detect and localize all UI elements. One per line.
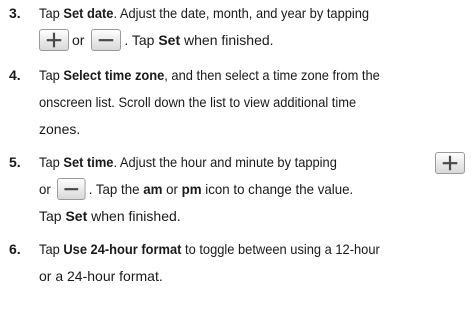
instruction-steps: 3. Tap Set date. Adjust the date, month,… [0, 0, 472, 314]
plus-icon [46, 33, 62, 48]
text: Tap [39, 5, 64, 21]
text: when finished. [180, 32, 274, 48]
text: or [162, 181, 182, 197]
step-number: 6. [9, 241, 21, 257]
step-number: 3. [9, 5, 21, 21]
text: . Adjust the hour and minute by tapping [113, 154, 337, 170]
text: Tap [39, 67, 64, 83]
bold-term: pm [181, 181, 202, 197]
bold-term: Set date [63, 5, 114, 21]
step-text-line: Tap Use 24-hour format to toggle between… [39, 236, 380, 263]
step-text-line: Tap Set date. Adjust the date, month, an… [39, 0, 369, 27]
plus-button [435, 152, 465, 174]
bold-term: Select time zone [63, 67, 165, 83]
text: to toggle between using a 12-hour [181, 241, 380, 257]
step-number: 5. [9, 154, 21, 170]
step-text-line: zones. [39, 121, 81, 137]
step-text-line: Tap Set when finished. [39, 203, 181, 230]
step-text-line: onscreen list. Scroll down the list to v… [39, 94, 357, 110]
plus-button [39, 29, 69, 52]
bold-term: Set time [63, 154, 114, 170]
bold-term: Set [65, 208, 88, 224]
step-text-line: or . Tap the am or pm icon to change the… [39, 176, 353, 203]
step-text-line: Tap Set time. Adjust the hour and minute… [39, 149, 337, 176]
text: icon to change the value. [201, 181, 354, 197]
text: Tap [39, 154, 64, 170]
minus-icon [99, 39, 114, 42]
text: . Tap the [88, 181, 144, 197]
bold-term: am [143, 181, 163, 197]
text: Tap [39, 241, 64, 257]
text: . Adjust the date, month, and year by ta… [113, 5, 370, 21]
bold-term: Use 24-hour format [63, 241, 182, 257]
step-number: 4. [9, 67, 21, 83]
text: , and then select a time zone from the [164, 67, 380, 83]
plus-icon [442, 155, 458, 171]
minus-button [57, 178, 86, 201]
text: when finished. [87, 208, 181, 224]
minus-icon [64, 188, 79, 191]
step-text-line: or a 24-hour format. [39, 268, 163, 284]
bold-term: Set [158, 32, 181, 48]
text: or [39, 181, 51, 197]
step-text-line: or . Tap Set when finished. [36, 27, 274, 54]
text: . Tap [124, 32, 159, 48]
text: Tap [39, 208, 66, 224]
text: or [72, 32, 85, 48]
minus-button [91, 29, 122, 52]
step-text-line: Tap Select time zone, and then select a … [39, 62, 380, 89]
